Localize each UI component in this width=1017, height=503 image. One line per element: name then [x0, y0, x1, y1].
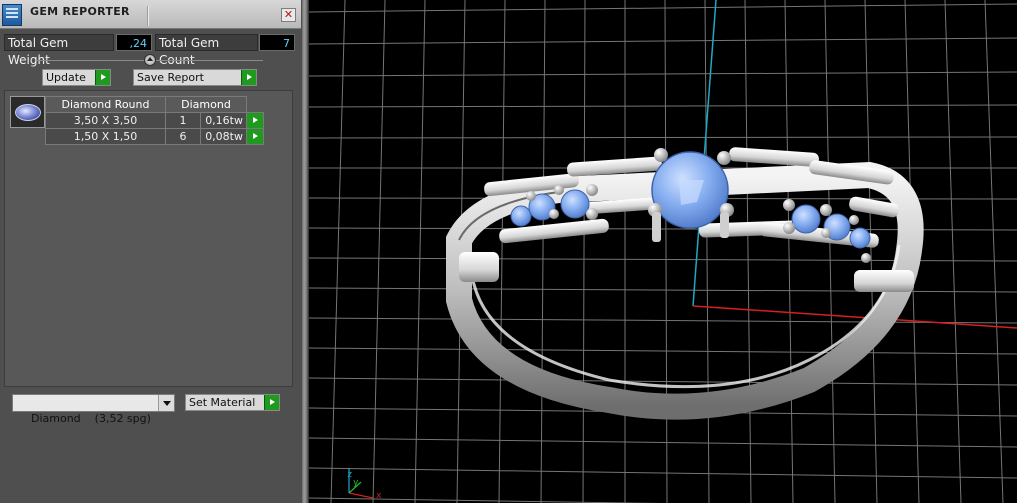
table-row: 3,50 X 3,50 1 0,16tw — [45, 112, 264, 129]
header-stone: Diamond — [165, 96, 247, 113]
gem-count: 6 — [165, 128, 201, 145]
axis-y-label: y — [353, 478, 359, 488]
material-dropdown[interactable]: Diamond (3,52 spg) — [12, 394, 175, 425]
diamond-round-thumbnail[interactable] — [10, 96, 45, 128]
title-separator — [147, 6, 149, 26]
header-shape: Diamond Round — [45, 96, 166, 113]
play-arrow-icon — [95, 70, 110, 85]
total-gem-count-label: Total Gem Count — [155, 34, 258, 67]
select-row-arrow-icon[interactable] — [246, 128, 264, 145]
header-spacer — [247, 97, 264, 113]
axis-x-label: x — [376, 491, 382, 501]
table-row: 1,50 X 1,50 6 0,08tw — [45, 128, 264, 145]
total-gem-weight-label: Total Gem Weight — [4, 34, 114, 67]
set-material-button[interactable]: Set Material — [185, 394, 280, 411]
gem-table-header: Diamond Round Diamond — [45, 96, 264, 113]
side-diamond — [849, 227, 871, 249]
side-diamond — [560, 189, 590, 219]
gem-weight: 0,08tw — [200, 128, 247, 145]
3d-viewport[interactable]: z y x — [309, 0, 1017, 503]
chevron-down-icon[interactable] — [158, 395, 174, 411]
total-gem-weight-value: ,24 — [116, 34, 152, 51]
gem-table: Diamond Round Diamond 3,50 X 3,50 1 0,16… — [45, 96, 264, 145]
diamond-gem-icon — [15, 104, 41, 121]
gem-weight: 0,16tw — [200, 112, 247, 129]
close-button[interactable]: ✕ — [281, 8, 296, 22]
axis-z-label: z — [347, 470, 353, 480]
update-button-label: Update — [46, 71, 86, 84]
gem-count: 1 — [165, 112, 201, 129]
update-button[interactable]: Update — [42, 69, 111, 86]
side-diamond — [791, 204, 821, 234]
collapse-toggle-icon[interactable] — [144, 54, 156, 66]
set-material-label: Set Material — [189, 396, 256, 409]
x-axis-line — [692, 305, 1017, 329]
side-diamond — [510, 205, 532, 227]
gem-size: 3,50 X 3,50 — [45, 112, 166, 129]
title-bar: GEM REPORTER ✕ — [0, 0, 301, 29]
save-report-button[interactable]: Save Report — [133, 69, 257, 86]
select-row-arrow-icon[interactable] — [246, 112, 264, 129]
total-gem-count-value: 7 — [259, 34, 295, 51]
panel-splitter[interactable] — [301, 0, 309, 503]
save-report-button-label: Save Report — [137, 71, 204, 84]
viewport-canvas — [309, 0, 1017, 503]
gem-size: 1,50 X 1,50 — [45, 128, 166, 145]
gem-reporter-app-icon — [2, 4, 22, 26]
gem-reporter-panel: GEM REPORTER ✕ Total Gem Weight ,24 Tota… — [0, 0, 301, 503]
play-arrow-icon — [264, 395, 279, 410]
window-title: GEM REPORTER — [30, 5, 130, 18]
material-selected-value: Diamond (3,52 spg) — [31, 412, 151, 425]
play-arrow-icon — [241, 70, 256, 85]
